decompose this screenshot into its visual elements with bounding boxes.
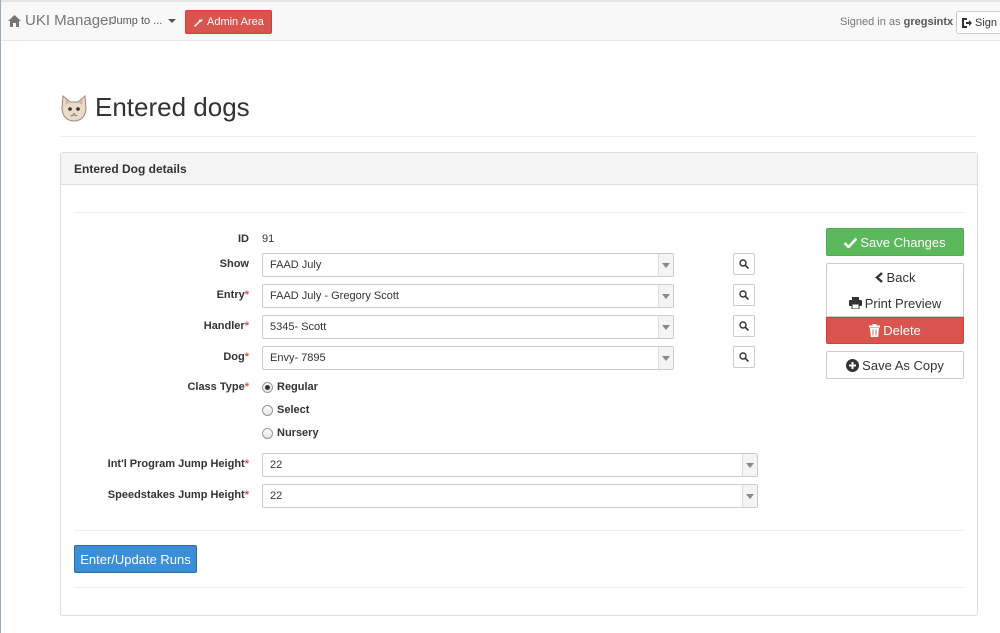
- chevron-down-icon: [742, 485, 757, 507]
- trash-icon: [869, 324, 881, 337]
- search-icon: [739, 259, 749, 269]
- divider: [74, 212, 964, 213]
- intl-jump-height-select[interactable]: 22: [262, 453, 758, 477]
- entry-search-button[interactable]: [733, 284, 755, 306]
- check-icon: [844, 237, 858, 248]
- show-label: Show: [219, 258, 249, 270]
- chevron-left-icon: [874, 271, 883, 283]
- admin-area-button[interactable]: Admin Area: [185, 10, 272, 34]
- chevron-down-icon: [658, 347, 673, 369]
- entry-select-value: FAAD July - Gregory Scott: [270, 290, 399, 302]
- caret-down-icon: [168, 19, 177, 23]
- class-radio-label: Nursery: [277, 427, 319, 439]
- id-value: 91: [262, 233, 275, 245]
- save-as-copy-label: Save As Copy: [862, 357, 944, 373]
- back-button[interactable]: Back: [826, 263, 964, 291]
- intl-jump-height-value: 22: [270, 459, 283, 471]
- show-search-button[interactable]: [733, 253, 755, 275]
- radio-checked-icon[interactable]: [262, 381, 273, 393]
- handler-select[interactable]: 5345- Scott: [262, 315, 674, 339]
- home-icon: [8, 14, 21, 27]
- enter-update-runs-button[interactable]: Enter/Update Runs: [74, 545, 197, 573]
- radio-unchecked-icon[interactable]: [262, 404, 273, 416]
- dog-select-value: Envy- 7895: [270, 352, 326, 364]
- dog-select[interactable]: Envy- 7895: [262, 346, 674, 370]
- plus-circle-icon: [846, 358, 860, 372]
- page-title: Entered dogs: [95, 92, 250, 122]
- jump-to-label: Jump to ...: [111, 15, 163, 27]
- wrench-icon: [194, 18, 203, 27]
- panel-heading: Entered Dog details: [61, 153, 977, 185]
- signed-in-prefix: Signed in as: [840, 16, 901, 28]
- speedstakes-jump-height-value: 22: [270, 490, 283, 502]
- class-radio-select[interactable]: Select: [262, 404, 309, 416]
- class-type-label: Class Type*: [187, 381, 249, 393]
- class-radio-nursery[interactable]: Nursery: [262, 427, 319, 439]
- entry-select[interactable]: FAAD July - Gregory Scott: [262, 284, 674, 308]
- search-icon: [739, 321, 749, 331]
- handler-label: Handler*: [203, 320, 249, 332]
- signed-in-text: Signed in as gregsintx: [840, 16, 953, 28]
- save-changes-label: Save Changes: [860, 234, 946, 250]
- dog-label: Dog*: [223, 351, 249, 363]
- sign-out-icon: [962, 17, 972, 28]
- chevron-down-icon: [658, 254, 673, 276]
- divider: [74, 530, 964, 531]
- class-radio-label: Select: [277, 404, 310, 416]
- speedstakes-jump-height-label: Speedstakes Jump Height*: [107, 489, 249, 501]
- back-label: Back: [886, 269, 916, 285]
- print-preview-button[interactable]: Print Preview: [826, 290, 964, 317]
- print-preview-label: Print Preview: [864, 295, 942, 311]
- admin-area-label: Admin Area: [207, 16, 264, 28]
- id-label: ID: [238, 233, 249, 245]
- class-radio-regular[interactable]: Regular: [262, 381, 318, 393]
- window-left-edge: [0, 0, 1, 633]
- show-select[interactable]: FAAD July: [262, 253, 674, 277]
- sign-out-button[interactable]: Sign: [956, 11, 1000, 34]
- divider: [74, 587, 964, 588]
- save-changes-button[interactable]: Save Changes: [826, 228, 964, 256]
- show-select-value: FAAD July: [270, 259, 322, 271]
- chevron-down-icon: [658, 316, 673, 338]
- handler-search-button[interactable]: [733, 315, 755, 337]
- dog-search-button[interactable]: [733, 346, 755, 368]
- cat-face-icon: [61, 94, 87, 122]
- intl-jump-height-label: Int'l Program Jump Height*: [107, 458, 249, 470]
- brand-link[interactable]: UKI Manager: [8, 12, 113, 29]
- delete-button[interactable]: Delete: [826, 317, 964, 344]
- handler-select-value: 5345- Scott: [270, 321, 327, 333]
- save-as-copy-button[interactable]: Save As Copy: [826, 351, 964, 379]
- delete-label: Delete: [883, 323, 921, 338]
- jump-to-dropdown[interactable]: Jump to ...: [111, 15, 177, 27]
- chevron-down-icon: [742, 454, 757, 476]
- top-navbar: UKI Manager Jump to ... Admin Area Signe…: [0, 2, 1000, 41]
- class-radio-label: Regular: [277, 381, 318, 393]
- search-icon: [739, 352, 749, 362]
- brand-label: UKI Manager: [25, 12, 114, 29]
- speedstakes-jump-height-select[interactable]: 22: [262, 484, 758, 508]
- sign-out-label: Sign: [975, 16, 998, 29]
- radio-unchecked-icon[interactable]: [262, 427, 273, 439]
- search-icon: [739, 290, 749, 300]
- enter-update-runs-label: Enter/Update Runs: [80, 551, 191, 567]
- print-icon: [848, 297, 862, 309]
- chevron-down-icon: [658, 285, 673, 307]
- username: gregsintx: [903, 16, 954, 28]
- page-header: Entered dogs: [60, 90, 977, 137]
- entry-label: Entry*: [216, 289, 249, 301]
